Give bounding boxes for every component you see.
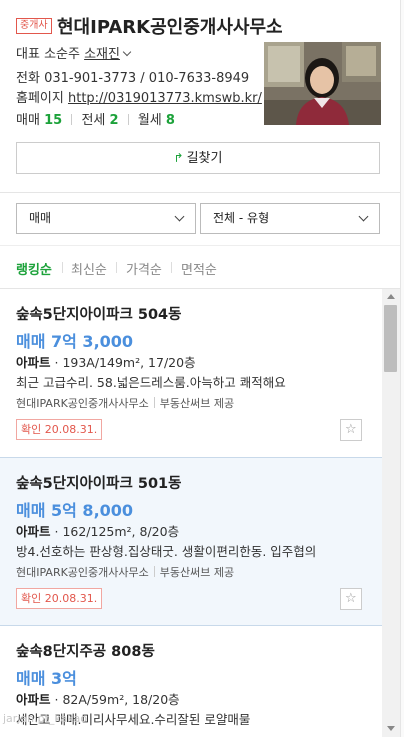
listing-spec: 아파트 · 193A/149m², 17/20층: [16, 355, 196, 370]
agent-homepage: 홈페이지 http://0319013773.kmswb.kr/: [16, 87, 262, 106]
star-icon: ☆: [345, 422, 357, 437]
route-arrow-icon: ↱: [173, 151, 184, 165]
arrow-up-icon: [387, 294, 395, 299]
listing-type: 아파트: [16, 692, 51, 707]
rep-extra-link[interactable]: 소재진: [84, 47, 120, 62]
count-monthly-value: 8: [165, 113, 175, 128]
divider: [116, 262, 117, 273]
property-type-value: 전체 - 유형: [213, 211, 270, 225]
listing-counts: 매매 15 전세 2 월세 8: [16, 109, 175, 128]
sort-ranking[interactable]: 랭킹순: [16, 259, 52, 278]
sort-area[interactable]: 면적순: [181, 259, 217, 278]
chevron-down-icon: [174, 211, 185, 222]
homepage-label: 홈페이지: [16, 91, 64, 106]
watermark: jarjan.pt_kakao: [3, 712, 87, 725]
scroll-down-button[interactable]: [382, 721, 400, 737]
listing-description: 방4.선호하는 판상형.집상태굿. 생활이편리한동. 입주협의: [16, 544, 317, 559]
confirmed-date-badge: 확인 20.08.31.: [16, 419, 103, 440]
listing-provider: 부동산써브 제공: [159, 566, 235, 579]
scroll-thumb[interactable]: [384, 305, 397, 372]
agent-card: 중개사 현대IPARK공인중개사사무소 대표 소순주 소재진 전화 031-90…: [0, 0, 404, 193]
agent-type-badge: 중개사: [16, 18, 52, 34]
count-sale-value: 15: [44, 113, 63, 128]
listing-spec-detail: 82A/59m², 18/20층: [62, 692, 180, 707]
listing-spec: 아파트 · 82A/59m², 18/20층: [16, 692, 180, 707]
favorite-button[interactable]: ☆: [340, 419, 362, 441]
phone-label: 전화: [16, 71, 40, 86]
sort-latest[interactable]: 최신순: [71, 259, 107, 278]
sort-price[interactable]: 가격순: [126, 259, 162, 278]
directions-button[interactable]: ↱ 길찾기: [16, 142, 380, 174]
agent-phone: 전화 031-901-3773 / 010-7633-8949: [16, 67, 249, 86]
listing-title[interactable]: 숲속5단지아이파크 504동: [16, 303, 181, 324]
listing-agency: 현대IPARK공인중개사사무소: [16, 397, 149, 410]
confirmed-date-badge: 확인 20.08.31.: [16, 588, 103, 609]
divider: [171, 262, 172, 273]
trade-type-select[interactable]: 매매: [16, 203, 196, 234]
listing-price: 매매 7억 3,000: [16, 332, 134, 351]
count-jeonse-value: 2: [109, 113, 119, 128]
chevron-down-icon: [358, 211, 369, 222]
count-jeonse-label: 전세: [81, 113, 106, 128]
count-sale-label: 매매: [16, 113, 40, 128]
listing-source: 현대IPARK공인중개사사무소 부동산써브 제공: [16, 564, 234, 580]
listing-agency: 현대IPARK공인중개사사무소: [16, 566, 149, 579]
listing-item[interactable]: 숲속5단지아이파크 501동 매매 5억 8,000 아파트 · 162/125…: [0, 457, 382, 626]
listing-provider: 부동산써브 제공: [159, 397, 235, 410]
filter-bar: 매매 전체 - 유형: [0, 193, 404, 245]
agent-name: 현대IPARK공인중개사사무소: [57, 17, 283, 38]
listing-item[interactable]: 숲속5단지아이파크 504동 매매 7억 3,000 아파트 · 193A/14…: [0, 289, 382, 458]
scroll-up-button[interactable]: [382, 289, 400, 305]
divider: [62, 262, 63, 273]
listing-type: 아파트: [16, 524, 51, 539]
listing-title[interactable]: 숲속5단지아이파크 501동: [16, 472, 181, 493]
divider: [71, 114, 73, 125]
listing-scrollbar[interactable]: [382, 289, 400, 737]
agent-representative: 대표 소순주 소재진: [16, 43, 132, 62]
divider: [127, 114, 129, 125]
arrow-down-icon: [387, 726, 395, 731]
listing-spec-detail: 162/125m², 8/20층: [62, 524, 180, 539]
phone-number[interactable]: 031-901-3773 / 010-7633-8949: [44, 71, 249, 86]
rep-label: 대표: [16, 47, 40, 62]
directions-label: 길찾기: [186, 151, 223, 166]
rep-name: 소순주: [44, 47, 80, 62]
trade-type-value: 매매: [29, 211, 52, 225]
favorite-button[interactable]: ☆: [340, 588, 362, 610]
divider: [153, 397, 155, 408]
sort-tabs: 랭킹순 최신순 가격순 면적순: [0, 245, 404, 289]
listing-type: 아파트: [16, 355, 51, 370]
homepage-link[interactable]: http://0319013773.kmswb.kr/: [68, 91, 262, 106]
star-icon: ☆: [345, 591, 357, 606]
listing-description: 최근 고급수리. 58.넓은드레스룸.아늑하고 쾌적해요: [16, 375, 286, 390]
listing-price: 매매 5억 8,000: [16, 501, 134, 520]
listing-source: 현대IPARK공인중개사사무소 부동산써브 제공: [16, 395, 234, 411]
listing-list: 숲속5단지아이파크 504동 매매 7억 3,000 아파트 · 193A/14…: [0, 289, 382, 737]
divider: [153, 566, 155, 577]
property-type-select[interactable]: 전체 - 유형: [200, 203, 380, 234]
agent-photo: [264, 42, 381, 125]
listing-spec: 아파트 · 162/125m², 8/20층: [16, 524, 180, 539]
listing-title[interactable]: 숲속8단지주공 808동: [16, 640, 155, 661]
count-monthly-label: 월세: [137, 113, 162, 128]
listing-price: 매매 3억: [16, 669, 77, 688]
panel-edge: [400, 0, 404, 737]
chevron-down-icon[interactable]: [122, 47, 132, 57]
listing-spec-detail: 193A/149m², 17/20층: [62, 355, 196, 370]
